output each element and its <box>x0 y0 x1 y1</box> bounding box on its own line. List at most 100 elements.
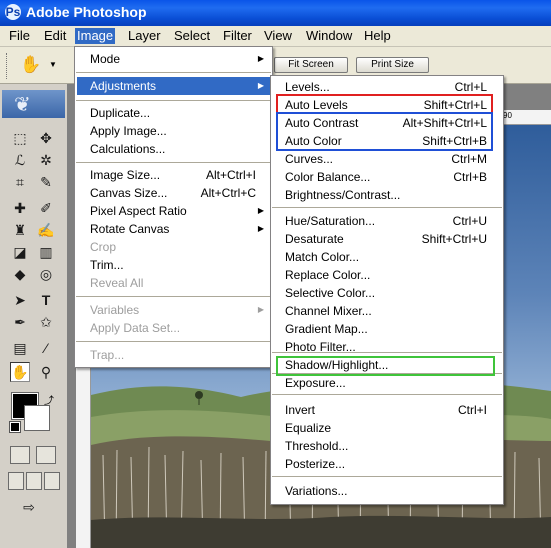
marquee-tool-icon[interactable]: ⬚ <box>10 128 30 148</box>
brush-tool-icon[interactable]: ✐ <box>36 198 56 218</box>
menu-item-calculations[interactable]: Calculations... <box>77 140 270 158</box>
standard-mode-icon[interactable] <box>10 446 30 464</box>
menu-item-trim[interactable]: Trim... <box>77 256 270 274</box>
menu-item-selective-color[interactable]: Selective Color... <box>273 284 501 302</box>
menu-item-auto-levels[interactable]: Auto Levels Shift+Ctrl+L <box>273 96 501 114</box>
menu-item-brightness-contrast[interactable]: Brightness/Contrast... <box>273 186 501 204</box>
menu-item-threshold[interactable]: Threshold... <box>273 437 501 455</box>
menu-item-shadow-highlight[interactable]: Shadow/Highlight... <box>273 356 501 374</box>
menu-layer[interactable]: Layer <box>126 28 163 44</box>
options-grip[interactable] <box>6 53 10 79</box>
eraser-tool-icon[interactable]: ◪ <box>10 242 30 262</box>
menu-separator <box>76 341 271 342</box>
adjustments-submenu: Levels... Ctrl+L Auto Levels Shift+Ctrl+L … <box>270 75 504 505</box>
menu-item-equalize[interactable]: Equalize <box>273 419 501 437</box>
menu-item-duplicate[interactable]: Duplicate... <box>77 104 270 122</box>
menu-item-gradient-map[interactable]: Gradient Map... <box>273 320 501 338</box>
slice-tool-icon[interactable]: ✎ <box>36 172 56 192</box>
menu-item-posterize[interactable]: Posterize... <box>273 455 501 473</box>
menu-item-levels[interactable]: Levels... Ctrl+L <box>273 78 501 96</box>
menu-item-auto-color[interactable]: Auto Color Shift+Ctrl+B <box>273 132 501 150</box>
pen-tool-icon[interactable]: ✒ <box>10 312 30 332</box>
menu-view[interactable]: View <box>262 28 294 44</box>
magic-wand-tool-icon[interactable]: ✲ <box>36 150 56 170</box>
menu-separator <box>76 100 271 101</box>
photoshop-logo-icon: Ps <box>5 4 21 20</box>
standard-screen-mode-icon[interactable] <box>8 472 24 490</box>
feather-icon: ❦ <box>14 94 31 116</box>
menu-filter[interactable]: Filter <box>221 28 254 44</box>
path-selection-tool-icon[interactable]: ➤ <box>10 290 30 310</box>
type-tool-icon[interactable]: T <box>36 290 56 310</box>
menu-item-curves[interactable]: Curves... Ctrl+M <box>273 150 501 168</box>
full-screen-menu-mode-icon[interactable] <box>26 472 42 490</box>
print-size-button[interactable]: Print Size <box>356 57 429 73</box>
crop-tool-icon[interactable]: ⌗ <box>10 172 30 192</box>
shape-tool-icon[interactable]: ✩ <box>36 312 56 332</box>
history-brush-tool-icon[interactable]: ✍ <box>36 220 56 240</box>
menu-item-reveal-all: Reveal All <box>90 276 144 290</box>
menu-select[interactable]: Select <box>172 28 212 44</box>
menu-item-variables: Variables ▶ <box>90 303 264 317</box>
menu-help[interactable]: Help <box>362 28 393 44</box>
menu-item-hue-saturation[interactable]: Hue/Saturation... Ctrl+U <box>273 212 501 230</box>
chevron-down-icon[interactable]: ▼ <box>49 60 57 69</box>
move-tool-icon[interactable]: ✥ <box>36 128 56 148</box>
jump-to-imageready-icon[interactable]: ⇨ <box>14 497 44 517</box>
menu-separator <box>272 394 502 395</box>
menu-item-replace-color[interactable]: Replace Color... <box>273 266 501 284</box>
blur-tool-icon[interactable]: ◆ <box>10 264 30 284</box>
menu-item-trap: Trap... <box>90 348 125 362</box>
menu-item-apply-data-set: Apply Data Set... <box>90 321 181 335</box>
clone-stamp-tool-icon[interactable]: ♜ <box>10 220 30 240</box>
full-screen-mode-icon[interactable] <box>44 472 60 490</box>
menu-item-color-balance[interactable]: Color Balance... Ctrl+B <box>273 168 501 186</box>
menu-item-crop: Crop <box>90 240 117 254</box>
image-menu: Mode ▶ Adjustments ▶ Duplicate... Apply Im… <box>74 46 273 368</box>
submenu-arrow-icon: ▶ <box>257 54 264 63</box>
eyedropper-tool-icon[interactable]: ⁄ <box>36 338 56 358</box>
menu-item-mode[interactable]: Mode ▶ <box>77 50 270 68</box>
toolbox-header: ❦ <box>2 90 65 118</box>
dodge-tool-icon[interactable]: ◎ <box>36 264 56 284</box>
default-colors-icon[interactable] <box>9 421 21 433</box>
menu-separator <box>272 352 502 353</box>
hand-icon[interactable]: ✋ <box>20 55 41 75</box>
zoom-tool-icon[interactable]: ⚲ <box>36 362 56 382</box>
menu-item-channel-mixer[interactable]: Channel Mixer... <box>273 302 501 320</box>
submenu-arrow-icon: ▶ <box>257 206 264 215</box>
menu-item-image-size[interactable]: Image Size... Alt+Ctrl+I <box>77 166 270 184</box>
gradient-tool-icon[interactable]: ▥ <box>36 242 56 262</box>
menu-window[interactable]: Window <box>304 28 354 44</box>
notes-tool-icon[interactable]: ▤ <box>10 338 30 358</box>
menu-item-exposure[interactable]: Exposure... <box>273 374 501 392</box>
ruler-tick-label: 90 <box>503 111 512 120</box>
menu-image[interactable]: Image <box>75 28 116 44</box>
submenu-arrow-icon: ▶ <box>257 224 264 233</box>
lasso-tool-icon[interactable]: ℒ <box>10 150 30 170</box>
menu-item-adjustments[interactable]: Adjustments ▶ <box>77 77 270 95</box>
background-color-swatch[interactable] <box>24 405 50 431</box>
menu-item-rotate-canvas[interactable]: Rotate Canvas ▶ <box>77 220 270 238</box>
submenu-arrow-icon: ▶ <box>257 81 264 90</box>
fit-screen-button[interactable]: Fit Screen <box>274 57 348 73</box>
menu-item-desaturate[interactable]: Desaturate Shift+Ctrl+U <box>273 230 501 248</box>
menu-edit[interactable]: Edit <box>42 28 68 44</box>
quick-mask-mode-icon[interactable] <box>36 446 56 464</box>
menu-item-match-color[interactable]: Match Color... <box>273 248 501 266</box>
window-title: Adobe Photoshop <box>26 4 147 20</box>
menu-item-variations[interactable]: Variations... <box>273 482 501 500</box>
title-bar: Ps Adobe Photoshop <box>0 0 551 26</box>
menu-separator <box>272 476 502 477</box>
menu-separator <box>76 296 271 297</box>
menu-bar: File Edit Image Layer Select Filter View… <box>0 26 551 47</box>
menu-item-auto-contrast[interactable]: Auto Contrast Alt+Shift+Ctrl+L <box>273 114 501 132</box>
menu-item-apply-image[interactable]: Apply Image... <box>77 122 270 140</box>
menu-item-photo-filter[interactable]: Photo Filter... <box>273 338 501 356</box>
menu-file[interactable]: File <box>7 28 32 44</box>
menu-item-canvas-size[interactable]: Canvas Size... Alt+Ctrl+C <box>77 184 270 202</box>
menu-item-pixel-aspect-ratio[interactable]: Pixel Aspect Ratio ▶ <box>77 202 270 220</box>
menu-item-invert[interactable]: Invert Ctrl+I <box>273 401 501 419</box>
healing-brush-tool-icon[interactable]: ✚ <box>10 198 30 218</box>
hand-tool-icon[interactable]: ✋ <box>10 362 30 382</box>
